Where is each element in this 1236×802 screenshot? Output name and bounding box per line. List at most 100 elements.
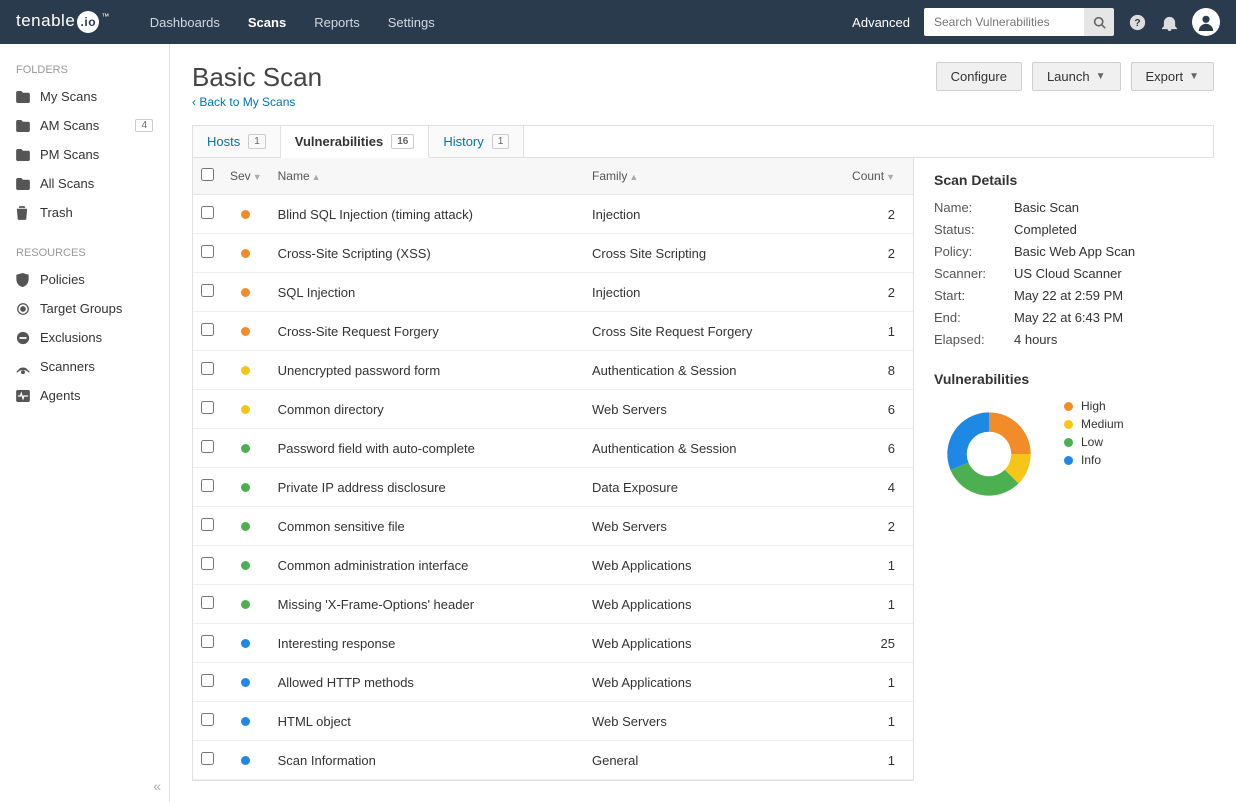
target-icon [16, 302, 32, 316]
sidebar-item-exclusions[interactable]: Exclusions [0, 323, 169, 352]
nav-dashboards[interactable]: Dashboards [150, 3, 220, 42]
help-icon[interactable]: ? [1128, 13, 1146, 31]
row-checkbox[interactable] [201, 206, 214, 219]
nav-reports[interactable]: Reports [314, 3, 360, 42]
sidebar-item-trash[interactable]: Trash [0, 198, 169, 227]
sidebar-item-scanners[interactable]: Scanners [0, 352, 169, 381]
table-row[interactable]: SQL InjectionInjection2 [193, 273, 913, 312]
folder-icon [16, 120, 32, 132]
row-count: 2 [844, 195, 913, 234]
table-row[interactable]: Password field with auto-completeAuthent… [193, 429, 913, 468]
row-checkbox[interactable] [201, 440, 214, 453]
severity-dot-icon [241, 678, 250, 687]
top-nav: Dashboards Scans Reports Settings [150, 3, 435, 42]
tab-label: Hosts [207, 134, 240, 149]
table-row[interactable]: Missing 'X-Frame-Options' headerWeb Appl… [193, 585, 913, 624]
sidebar-item-target-groups[interactable]: Target Groups [0, 294, 169, 323]
sort-caret-icon: ▲ [629, 172, 638, 182]
detail-status-value: Completed [1014, 222, 1214, 237]
sidebar: FOLDERS My ScansAM Scans4PM ScansAll Sca… [0, 44, 170, 802]
nav-scans[interactable]: Scans [248, 3, 286, 42]
tab-vulnerabilities[interactable]: Vulnerabilities16 [281, 126, 430, 158]
row-checkbox[interactable] [201, 596, 214, 609]
row-checkbox[interactable] [201, 674, 214, 687]
row-checkbox[interactable] [201, 401, 214, 414]
table-row[interactable]: HTML objectWeb Servers1 [193, 702, 913, 741]
table-row[interactable]: Blind SQL Injection (timing attack)Injec… [193, 195, 913, 234]
configure-button[interactable]: Configure [936, 62, 1022, 91]
row-family: Web Servers [584, 702, 844, 741]
export-button[interactable]: Export▼ [1131, 62, 1214, 91]
row-checkbox[interactable] [201, 635, 214, 648]
sidebar-collapse-icon[interactable]: « [153, 778, 161, 794]
table-row[interactable]: Interesting responseWeb Applications25 [193, 624, 913, 663]
tab-history[interactable]: History1 [429, 126, 524, 158]
severity-dot-icon [241, 405, 250, 414]
caret-down-icon: ▼ [1189, 71, 1199, 82]
severity-dot-icon [241, 210, 250, 219]
row-checkbox[interactable] [201, 323, 214, 336]
row-family: Authentication & Session [584, 429, 844, 468]
sidebar-item-all-scans[interactable]: All Scans [0, 169, 169, 198]
row-checkbox[interactable] [201, 245, 214, 258]
search-input[interactable] [924, 8, 1084, 36]
sidebar-item-label: Trash [40, 205, 73, 220]
table-row[interactable]: Common sensitive fileWeb Servers2 [193, 507, 913, 546]
row-name: Common administration interface [270, 546, 584, 585]
row-name: Common sensitive file [270, 507, 584, 546]
table-row[interactable]: Private IP address disclosureData Exposu… [193, 468, 913, 507]
severity-dot-icon [241, 444, 250, 453]
table-row[interactable]: Cross-Site Scripting (XSS)Cross Site Scr… [193, 234, 913, 273]
sort-caret-icon: ▼ [886, 172, 895, 182]
user-avatar[interactable] [1192, 8, 1220, 36]
row-checkbox[interactable] [201, 284, 214, 297]
col-family[interactable]: Family▲ [584, 158, 844, 195]
advanced-link[interactable]: Advanced [852, 15, 910, 30]
sidebar-item-label: Exclusions [40, 330, 102, 345]
folder-icon [16, 91, 32, 103]
row-checkbox[interactable] [201, 518, 214, 531]
row-family: Cross Site Request Forgery [584, 312, 844, 351]
table-row[interactable]: Unencrypted password formAuthentication … [193, 351, 913, 390]
table-row[interactable]: Common administration interfaceWeb Appli… [193, 546, 913, 585]
table-row[interactable]: Allowed HTTP methodsWeb Applications1 [193, 663, 913, 702]
sidebar-item-label: PM Scans [40, 147, 99, 162]
row-family: Web Servers [584, 507, 844, 546]
back-link[interactable]: ‹ Back to My Scans [192, 95, 295, 109]
detail-start-label: Start: [934, 288, 1014, 303]
vulnerabilities-table: Sev▼ Name▲ Family▲ Count▼ Blind SQL Inje… [192, 158, 914, 781]
row-checkbox[interactable] [201, 362, 214, 375]
row-count: 2 [844, 234, 913, 273]
col-count[interactable]: Count▼ [844, 158, 913, 195]
tab-hosts[interactable]: Hosts1 [193, 126, 281, 158]
table-row[interactable]: Scan InformationGeneral1 [193, 741, 913, 780]
sidebar-item-agents[interactable]: Agents [0, 381, 169, 410]
detail-name-label: Name: [934, 200, 1014, 215]
brand-logo[interactable]: tenable.io™ [16, 11, 110, 33]
row-family: Web Applications [584, 546, 844, 585]
row-checkbox[interactable] [201, 557, 214, 570]
bell-icon[interactable] [1160, 13, 1178, 31]
select-all-checkbox[interactable] [201, 168, 214, 181]
detail-scanner-label: Scanner: [934, 266, 1014, 281]
row-checkbox[interactable] [201, 752, 214, 765]
col-name[interactable]: Name▲ [270, 158, 584, 195]
row-checkbox[interactable] [201, 713, 214, 726]
launch-button[interactable]: Launch▼ [1032, 62, 1121, 91]
table-row[interactable]: Cross-Site Request ForgeryCross Site Req… [193, 312, 913, 351]
row-checkbox[interactable] [201, 479, 214, 492]
detail-start-value: May 22 at 2:59 PM [1014, 288, 1214, 303]
col-sev[interactable]: Sev▼ [222, 158, 270, 195]
search-button[interactable] [1084, 8, 1114, 36]
sort-caret-icon: ▲ [312, 172, 321, 182]
legend-medium: Medium [1081, 417, 1124, 431]
sidebar-item-policies[interactable]: Policies [0, 265, 169, 294]
sidebar-item-pm-scans[interactable]: PM Scans [0, 140, 169, 169]
sidebar-item-my-scans[interactable]: My Scans [0, 82, 169, 111]
row-name: HTML object [270, 702, 584, 741]
row-count: 8 [844, 351, 913, 390]
nav-settings[interactable]: Settings [388, 3, 435, 42]
sidebar-item-am-scans[interactable]: AM Scans4 [0, 111, 169, 140]
row-family: Data Exposure [584, 468, 844, 507]
table-row[interactable]: Common directoryWeb Servers6 [193, 390, 913, 429]
